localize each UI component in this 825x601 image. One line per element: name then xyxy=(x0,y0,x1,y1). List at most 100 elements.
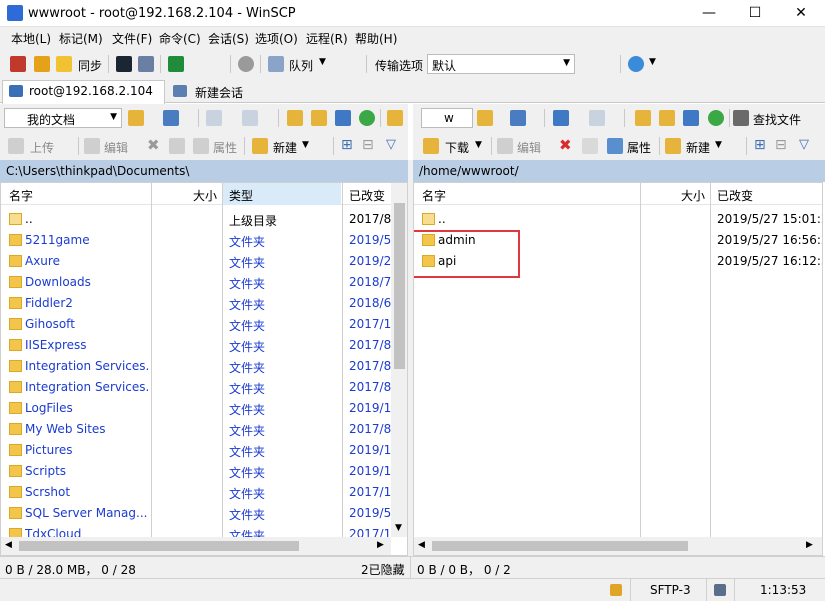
close-button[interactable]: ✕ xyxy=(778,0,824,26)
table-row[interactable]: Integration Services... 文件夹 2017/8, xyxy=(1,356,391,377)
left-hscrollbar[interactable]: ◀ ▶ xyxy=(1,537,391,555)
scroll-right-icon[interactable]: ▶ xyxy=(377,540,384,550)
chevron-down-icon[interactable]: ▼ xyxy=(319,57,326,67)
right-col-name[interactable]: 名字 xyxy=(422,187,446,204)
forward-arrow-icon[interactable] xyxy=(242,110,258,126)
sync-dirs-icon[interactable] xyxy=(34,56,50,72)
properties-button[interactable]: 属性 xyxy=(213,139,237,156)
back-arrow-icon[interactable] xyxy=(553,110,569,126)
scroll-right-icon[interactable]: ▶ xyxy=(806,540,813,550)
table-row[interactable]: Downloads 文件夹 2018/7, xyxy=(1,272,391,293)
table-row[interactable]: Fiddler2 文件夹 2018/6, xyxy=(1,293,391,314)
chevron-down-icon[interactable]: ▼ xyxy=(475,140,482,150)
menu-session[interactable]: 会话(S) xyxy=(208,30,249,47)
transfer-preset-select[interactable]: 默认 ▼ xyxy=(427,54,575,74)
find-files-button[interactable]: 查找文件 xyxy=(753,111,801,128)
menu-commands[interactable]: 命令(C) xyxy=(159,30,201,47)
left-col-name[interactable]: 名字 xyxy=(9,187,33,204)
download-button[interactable]: 下载 xyxy=(445,139,469,156)
left-hscroll-thumb[interactable] xyxy=(19,541,299,551)
table-row[interactable]: Gihosoft 文件夹 2017/1( xyxy=(1,314,391,335)
folder-open-icon[interactable] xyxy=(477,110,493,126)
refresh-icon[interactable] xyxy=(359,110,375,126)
left-vscrollbar[interactable]: ▼ xyxy=(391,183,407,537)
compare-dirs-icon[interactable] xyxy=(10,56,26,72)
properties-icon[interactable] xyxy=(607,138,623,154)
menu-help[interactable]: 帮助(H) xyxy=(355,30,397,47)
filter-icon[interactable] xyxy=(510,110,526,126)
queue-button[interactable]: 队列 xyxy=(289,57,313,74)
table-row[interactable]: IISExpress 文件夹 2017/8, xyxy=(1,335,391,356)
filter-icon[interactable]: ▽ xyxy=(799,137,809,152)
table-row[interactable]: Integration Services... 文件夹 2017/8, xyxy=(1,377,391,398)
left-col-changed[interactable]: 已改变 xyxy=(349,187,385,204)
terminal-icon[interactable] xyxy=(168,56,184,72)
edit-icon[interactable] xyxy=(84,138,100,154)
menu-local[interactable]: 本地(L) xyxy=(11,30,51,47)
table-row[interactable]: Axure 文件夹 2019/2, xyxy=(1,251,391,272)
filter-icon[interactable] xyxy=(163,110,179,126)
right-hscroll-thumb[interactable] xyxy=(432,541,688,551)
table-row[interactable]: Pictures 文件夹 2019/1, xyxy=(1,440,391,461)
rename-icon[interactable] xyxy=(582,138,598,154)
delete-icon[interactable]: ✖ xyxy=(147,136,160,154)
delete-icon[interactable]: ✖ xyxy=(559,136,572,154)
table-row[interactable]: SQL Server Manag... 文件夹 2019/5, xyxy=(1,503,391,524)
home-icon[interactable] xyxy=(335,110,351,126)
parent-dir-icon[interactable] xyxy=(287,110,303,126)
tab-new-session[interactable]: 新建会话 xyxy=(167,82,249,103)
tab-session[interactable]: root@192.168.2.104 xyxy=(2,80,165,104)
chevron-down-icon[interactable]: ▼ xyxy=(715,140,722,150)
table-row[interactable]: My Web Sites 文件夹 2017/8, xyxy=(1,419,391,440)
right-col-size[interactable]: 大小 xyxy=(681,187,705,204)
refresh-icon[interactable] xyxy=(708,110,724,126)
chevron-down-icon[interactable]: ▼ xyxy=(302,140,309,150)
left-col-size[interactable]: 大小 xyxy=(193,187,217,204)
home-icon[interactable] xyxy=(683,110,699,126)
minimize-button[interactable]: — xyxy=(686,0,732,26)
right-hscrollbar[interactable]: ◀ ▶ xyxy=(414,537,822,555)
right-path-bar[interactable]: /home/wwwroot/ xyxy=(413,160,825,182)
find-icon[interactable] xyxy=(387,110,403,126)
chevron-down-icon[interactable]: ▼ xyxy=(649,57,656,67)
root-dir-icon[interactable] xyxy=(311,110,327,126)
left-vscroll-thumb[interactable] xyxy=(394,203,405,369)
rename-icon[interactable] xyxy=(169,138,185,154)
sync-browse-icon[interactable] xyxy=(56,56,72,72)
properties-button[interactable]: 属性 xyxy=(627,139,651,156)
menu-mark[interactable]: 标记(M) xyxy=(59,30,103,47)
globe-icon[interactable] xyxy=(628,56,644,72)
select-minus-icon[interactable]: ⊟ xyxy=(775,137,787,153)
download-icon[interactable] xyxy=(423,138,439,154)
table-row[interactable]: .. 上级目录 2017/8, xyxy=(1,209,391,230)
right-folder-select[interactable]: w xyxy=(421,108,473,128)
table-row[interactable]: .. 2019/5/27 15:01:2 xyxy=(414,209,822,230)
scroll-left-icon[interactable]: ◀ xyxy=(418,540,425,550)
left-location-select[interactable]: 我的文档 ▼ xyxy=(4,108,122,128)
new-button[interactable]: 新建 xyxy=(273,139,297,156)
select-minus-icon[interactable]: ⊟ xyxy=(362,137,374,153)
sync-button[interactable]: 同步 xyxy=(78,57,102,74)
scroll-down-icon[interactable]: ▼ xyxy=(395,523,402,533)
maximize-button[interactable]: ☐ xyxy=(732,0,778,26)
menu-options[interactable]: 选项(O) xyxy=(255,30,298,47)
root-dir-icon[interactable] xyxy=(659,110,675,126)
properties-icon[interactable] xyxy=(193,138,209,154)
forward-arrow-icon[interactable] xyxy=(589,110,605,126)
menu-remote[interactable]: 远程(R) xyxy=(306,30,348,47)
menu-file[interactable]: 文件(F) xyxy=(112,30,152,47)
edit-button[interactable]: 编辑 xyxy=(517,139,541,156)
table-row[interactable]: LogFiles 文件夹 2019/1, xyxy=(1,398,391,419)
filter-icon[interactable]: ▽ xyxy=(386,137,396,152)
left-col-type[interactable]: 类型 xyxy=(229,187,253,204)
parent-dir-icon[interactable] xyxy=(635,110,651,126)
new-folder-icon[interactable] xyxy=(252,138,268,154)
new-button[interactable]: 新建 xyxy=(686,139,710,156)
table-row[interactable]: Scrshot 文件夹 2017/1 xyxy=(1,482,391,503)
putty-icon[interactable] xyxy=(138,56,154,72)
upload-icon[interactable] xyxy=(8,138,24,154)
left-hidden-count[interactable]: 2已隐藏 xyxy=(361,561,405,578)
edit-icon[interactable] xyxy=(497,138,513,154)
find-files-icon[interactable] xyxy=(733,110,749,126)
table-row[interactable]: Scripts 文件夹 2019/1, xyxy=(1,461,391,482)
